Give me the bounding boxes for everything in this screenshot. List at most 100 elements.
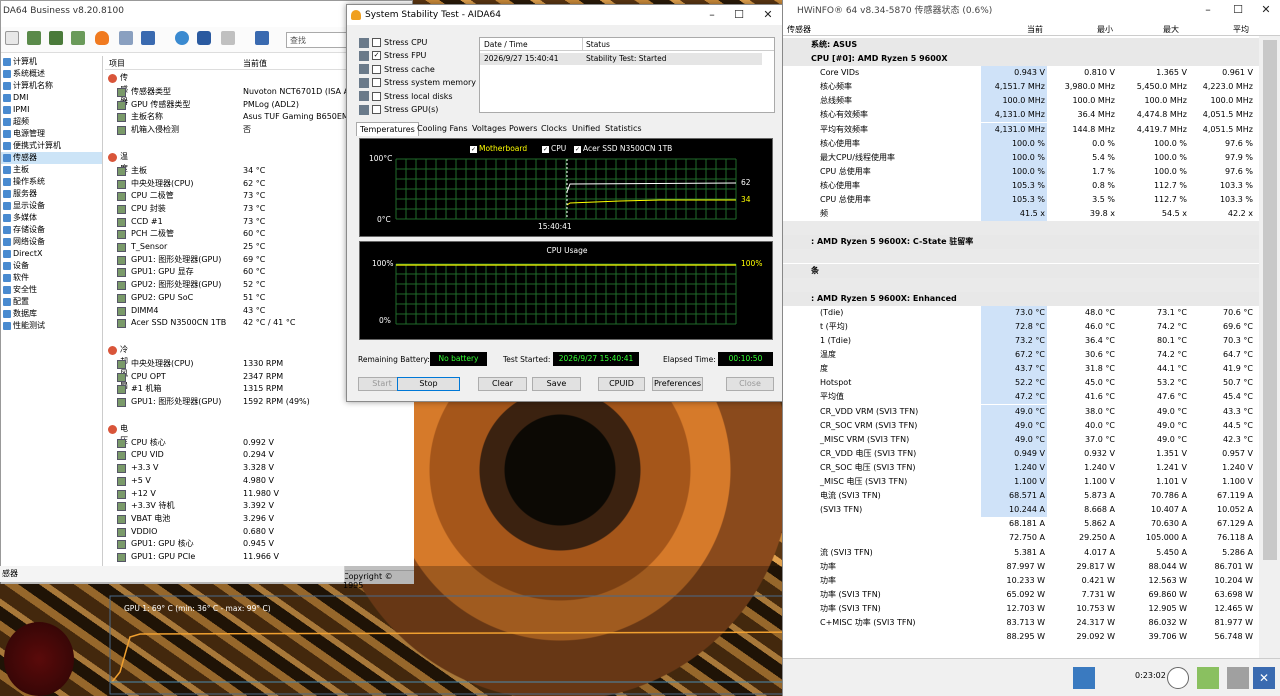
ram-icon[interactable] <box>71 31 85 45</box>
minimize-button[interactable]: – <box>1193 0 1223 20</box>
log-header-date[interactable]: Date / Time <box>484 40 528 49</box>
sensor-row[interactable]: 功率 10.233 W 0.421 W 12.563 W 10.204 W <box>783 574 1259 588</box>
tree-item[interactable]: 服务器 <box>1 188 102 200</box>
sensor-row[interactable]: (Tdie) 73.0 °C 48.0 °C 73.1 °C 70.6 °C <box>783 305 1259 320</box>
settings-icon[interactable] <box>1227 667 1249 689</box>
sensor-row[interactable]: Core VIDs 0.943 V 0.810 V 1.365 V 0.961 V <box>783 66 1259 81</box>
checkbox[interactable] <box>372 78 381 88</box>
tree-item[interactable]: 设备 <box>1 260 102 272</box>
tree-item[interactable]: 计算机 <box>1 56 102 68</box>
checkbox[interactable] <box>372 38 381 47</box>
database-icon[interactable] <box>197 31 211 45</box>
checkbox[interactable] <box>372 91 381 101</box>
minimize-button[interactable]: – <box>697 5 727 25</box>
stress-option[interactable]: Stress system memory <box>359 76 476 89</box>
network-icon[interactable] <box>1073 667 1095 689</box>
tree-item[interactable]: 便携式计算机 <box>1 140 102 152</box>
sensor-row[interactable]: 平均值 47.2 °C 41.6 °C 47.6 °C 45.4 °C <box>783 390 1259 405</box>
save-button[interactable]: Save <box>532 377 581 391</box>
close-window-button[interactable]: ✕ <box>1251 0 1280 20</box>
header-min[interactable]: 最小 <box>1097 24 1113 35</box>
sensor-row[interactable]: VDDIO 0.680 V <box>105 526 414 538</box>
sensor-row[interactable]: CPU 核心 0.992 V <box>105 437 414 449</box>
sensor-row[interactable]: 度 43.7 °C 31.8 °C 44.1 °C 41.9 °C <box>783 362 1259 377</box>
sensor-row[interactable]: 平均有效频率 4,131.0 MHz 144.8 MHz 4,419.7 MHz 4,0… <box>783 122 1259 137</box>
tab[interactable]: Powers <box>506 122 540 136</box>
checkbox[interactable]: ✓ <box>372 51 381 61</box>
sensor-group[interactable]: : AMD Ryzen 5 9600X: Enhanced <box>783 291 1259 306</box>
tree-item[interactable]: DirectX <box>1 248 102 260</box>
tree-item[interactable]: 安全性 <box>1 284 102 296</box>
checkbox[interactable] <box>372 105 381 114</box>
tab[interactable]: Voltages <box>469 122 509 136</box>
sensor-row[interactable]: t (平均) 72.8 °C 46.0 °C 74.2 °C 69.6 °C <box>783 319 1259 334</box>
legend-item[interactable]: ✓ Acer SSD N3500CN 1TB <box>574 144 672 153</box>
sensor-row[interactable]: 核心使用率 100.0 % 0.0 % 100.0 % 97.6 % <box>783 136 1259 151</box>
sensor-row[interactable]: 核心使用率 105.3 % 0.8 % 112.7 % 103.3 % <box>783 178 1259 193</box>
sensor-row[interactable]: CR_VDD VRM (SVI3 TFN) 49.0 °C 38.0 °C 49.0 … <box>783 404 1259 419</box>
tree-item[interactable]: 主板 <box>1 164 102 176</box>
sensor-row[interactable]: +12 V 11.980 V <box>105 488 414 500</box>
sensor-row[interactable]: CR_SOC VRM (SVI3 TFN) 49.0 °C 40.0 °C 49.0 … <box>783 418 1259 433</box>
tree-item[interactable]: 数据库 <box>1 308 102 320</box>
stress-option[interactable]: Stress CPU <box>359 36 427 49</box>
tree-item[interactable]: 存储设备 <box>1 224 102 236</box>
legend-checkbox[interactable]: ✓ <box>574 145 581 153</box>
clear-button[interactable]: Clear <box>478 377 527 391</box>
close-button[interactable]: Close <box>726 377 774 391</box>
sensor-row[interactable]: CPU VID 0.294 V <box>105 449 414 461</box>
log-row[interactable]: 2026/9/27 15:40:41 Stability Test: Start… <box>480 53 762 65</box>
sensor-group[interactable]: 条 <box>783 263 1259 278</box>
globe-icon[interactable] <box>175 31 189 45</box>
sensor-group[interactable]: 系统: ASUS <box>783 38 1259 52</box>
tree-item[interactable]: 软件 <box>1 272 102 284</box>
tree-item[interactable]: IPMI <box>1 104 102 116</box>
tree-item[interactable]: 显示设备 <box>1 200 102 212</box>
sensor-row[interactable]: Hotspot 52.2 °C 45.0 °C 53.2 °C 50.7 °C <box>783 376 1259 391</box>
sensor-group[interactable]: CPU [#0]: AMD Ryzen 5 9600X <box>783 52 1259 66</box>
log-header-status[interactable]: Status <box>586 40 610 49</box>
sensor-row[interactable]: +3.3V 待机 3.392 V <box>105 500 414 512</box>
tree-item[interactable]: 计算机名称 <box>1 80 102 92</box>
close-sensors-icon[interactable]: ✕ <box>1253 667 1275 689</box>
monitor-icon[interactable] <box>255 31 269 45</box>
sensor-row[interactable]: 68.181 A 5.862 A 70.630 A 67.129 A <box>783 517 1259 531</box>
sensor-row[interactable]: 1 (Tdie) 73.2 °C 36.4 °C 80.1 °C 70.3 °C <box>783 334 1259 348</box>
checkbox[interactable] <box>372 64 381 74</box>
column-value-header[interactable]: 当前值 <box>243 58 267 69</box>
sensor-row[interactable]: GPU1: GPU 核心 0.945 V <box>105 538 414 550</box>
legend-checkbox[interactable]: ✓ <box>470 145 477 153</box>
tab[interactable]: Clocks <box>538 122 570 136</box>
maximize-button[interactable]: ☐ <box>1223 0 1253 20</box>
sensor-row[interactable]: CPU 总使用率 100.0 % 1.7 % 100.0 % 97.6 % <box>783 164 1259 179</box>
tree-item[interactable]: 电源管理 <box>1 128 102 140</box>
sensor-group[interactable]: : AMD Ryzen 5 9600X: C-State 驻留率 <box>783 235 1259 250</box>
legend-item[interactable]: ✓ CPU <box>542 144 566 153</box>
stress-option[interactable]: ✓ Stress FPU <box>359 49 426 62</box>
tab[interactable]: Temperatures <box>356 122 419 136</box>
sensor-row[interactable]: _MISC 电压 (SVI3 TFN) 1.100 V 1.100 V 1.101 V… <box>783 475 1259 489</box>
network-icon[interactable] <box>119 31 133 45</box>
tree-item[interactable]: 多媒体 <box>1 212 102 224</box>
tree-item[interactable]: DMI <box>1 92 102 104</box>
sensor-row[interactable]: GPU1: GPU PCIe 11.966 V <box>105 551 414 563</box>
scrollbar-thumb[interactable] <box>1263 40 1277 560</box>
sensor-row[interactable]: 功率 (SVI3 TFN) 65.092 W 7.731 W 69.860 W 63.6… <box>783 588 1259 602</box>
tree-item[interactable]: 传感器 <box>1 152 102 164</box>
sensor-row[interactable]: 总线频率 100.0 MHz 100.0 MHz 100.0 MHz 100.0 MHz <box>783 94 1259 109</box>
sensor-row[interactable]: 电流 (SVI3 TFN) 68.571 A 5.873 A 70.786 A 67.1… <box>783 489 1259 504</box>
header-max[interactable]: 最大 <box>1163 24 1179 35</box>
clock-icon[interactable] <box>1167 667 1189 689</box>
tree-item[interactable]: 超频 <box>1 116 102 128</box>
sensor-row[interactable]: C+MISC 功率 (SVI3 TFN) 83.713 W 24.317 W 86.0… <box>783 616 1259 630</box>
maximize-button[interactable]: ☐ <box>724 5 754 25</box>
cpuid-button[interactable]: CPUID <box>598 377 645 391</box>
header-avg[interactable]: 平均 <box>1233 24 1249 35</box>
hwinfo-scrollbar[interactable] <box>1259 36 1280 658</box>
preferences-button[interactable]: Preferences <box>652 377 703 391</box>
tab[interactable]: Statistics <box>602 122 645 136</box>
sensor-row[interactable]: 温度 67.2 °C 30.6 °C 74.2 °C 64.7 °C <box>783 348 1259 363</box>
motherboard-icon[interactable] <box>49 31 63 45</box>
reset-icon[interactable] <box>1197 667 1219 689</box>
sensor-row[interactable]: 功率 87.997 W 29.817 W 88.044 W 86.701 W <box>783 560 1259 574</box>
